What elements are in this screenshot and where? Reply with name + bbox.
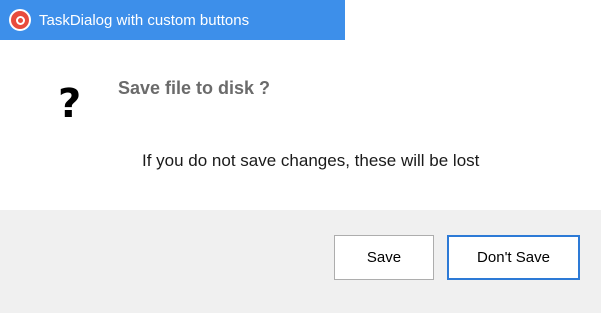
window-title: TaskDialog with custom buttons — [39, 11, 250, 29]
save-button[interactable]: Save — [334, 235, 434, 280]
task-dialog-window: TaskDialog with custom buttons ? Save fi… — [0, 0, 601, 313]
title-bar[interactable]: TaskDialog with custom buttons — [0, 0, 345, 40]
app-icon — [9, 9, 31, 31]
button-footer: Save Don't Save — [0, 210, 601, 313]
dont-save-button[interactable]: Don't Save — [447, 235, 580, 280]
app-icon-inner — [15, 15, 25, 25]
main-instruction: Save file to disk ? — [118, 78, 271, 98]
question-icon: ? — [58, 81, 82, 127]
content-text: If you do not save changes, these will b… — [142, 151, 480, 170]
dialog-content-area: ? Save file to disk ? If you do not save… — [0, 40, 601, 210]
